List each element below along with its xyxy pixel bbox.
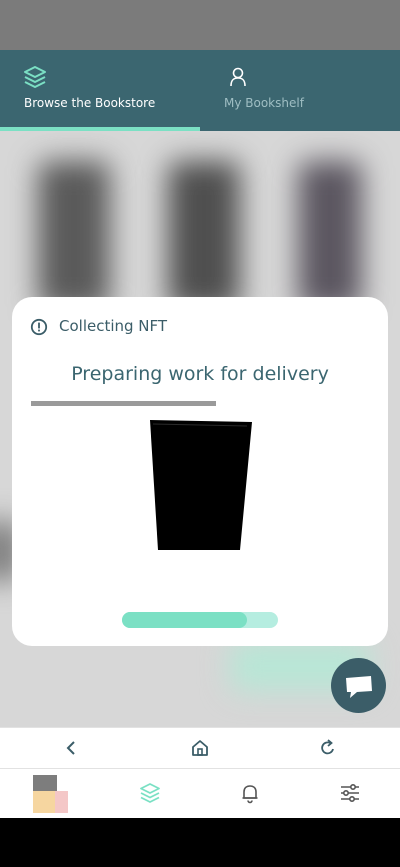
modal-heading: Preparing work for delivery bbox=[71, 363, 329, 385]
info-icon bbox=[30, 318, 48, 336]
book-cover-blurred bbox=[168, 161, 240, 311]
progress-fill bbox=[122, 612, 247, 628]
modal-title: Collecting NFT bbox=[59, 317, 168, 335]
tab-label: My Bookshelf bbox=[224, 96, 304, 110]
layers-icon bbox=[22, 64, 48, 90]
system-nav-area bbox=[0, 818, 400, 867]
bottom-nav-bar bbox=[0, 768, 400, 818]
top-tab-bar: Browse the Bookstore My Bookshelf bbox=[0, 50, 400, 131]
person-icon bbox=[225, 64, 251, 90]
tab-label: Browse the Bookstore bbox=[24, 96, 156, 110]
browser-nav-bar bbox=[0, 727, 400, 768]
status-bar bbox=[0, 0, 400, 50]
home-icon[interactable] bbox=[190, 738, 210, 758]
collecting-nft-modal: Collecting NFT Preparing work for delive… bbox=[12, 297, 388, 646]
layers-icon[interactable] bbox=[138, 781, 162, 805]
chat-button[interactable] bbox=[331, 658, 386, 713]
chat-icon bbox=[346, 676, 372, 698]
avatar[interactable] bbox=[32, 774, 68, 814]
tab-my-bookshelf[interactable]: My Bookshelf bbox=[200, 50, 400, 131]
reload-icon[interactable] bbox=[318, 738, 338, 758]
book-cover-blurred bbox=[298, 161, 362, 311]
chevron-left-icon[interactable] bbox=[62, 738, 82, 758]
book-image bbox=[148, 420, 254, 550]
bell-icon[interactable] bbox=[238, 781, 262, 805]
delivery-progress-bar bbox=[122, 612, 278, 628]
tab-browse-bookstore[interactable]: Browse the Bookstore bbox=[0, 50, 200, 131]
sliders-icon[interactable] bbox=[338, 781, 362, 805]
book-cover-blurred bbox=[38, 161, 110, 311]
divider-bar bbox=[31, 401, 216, 406]
